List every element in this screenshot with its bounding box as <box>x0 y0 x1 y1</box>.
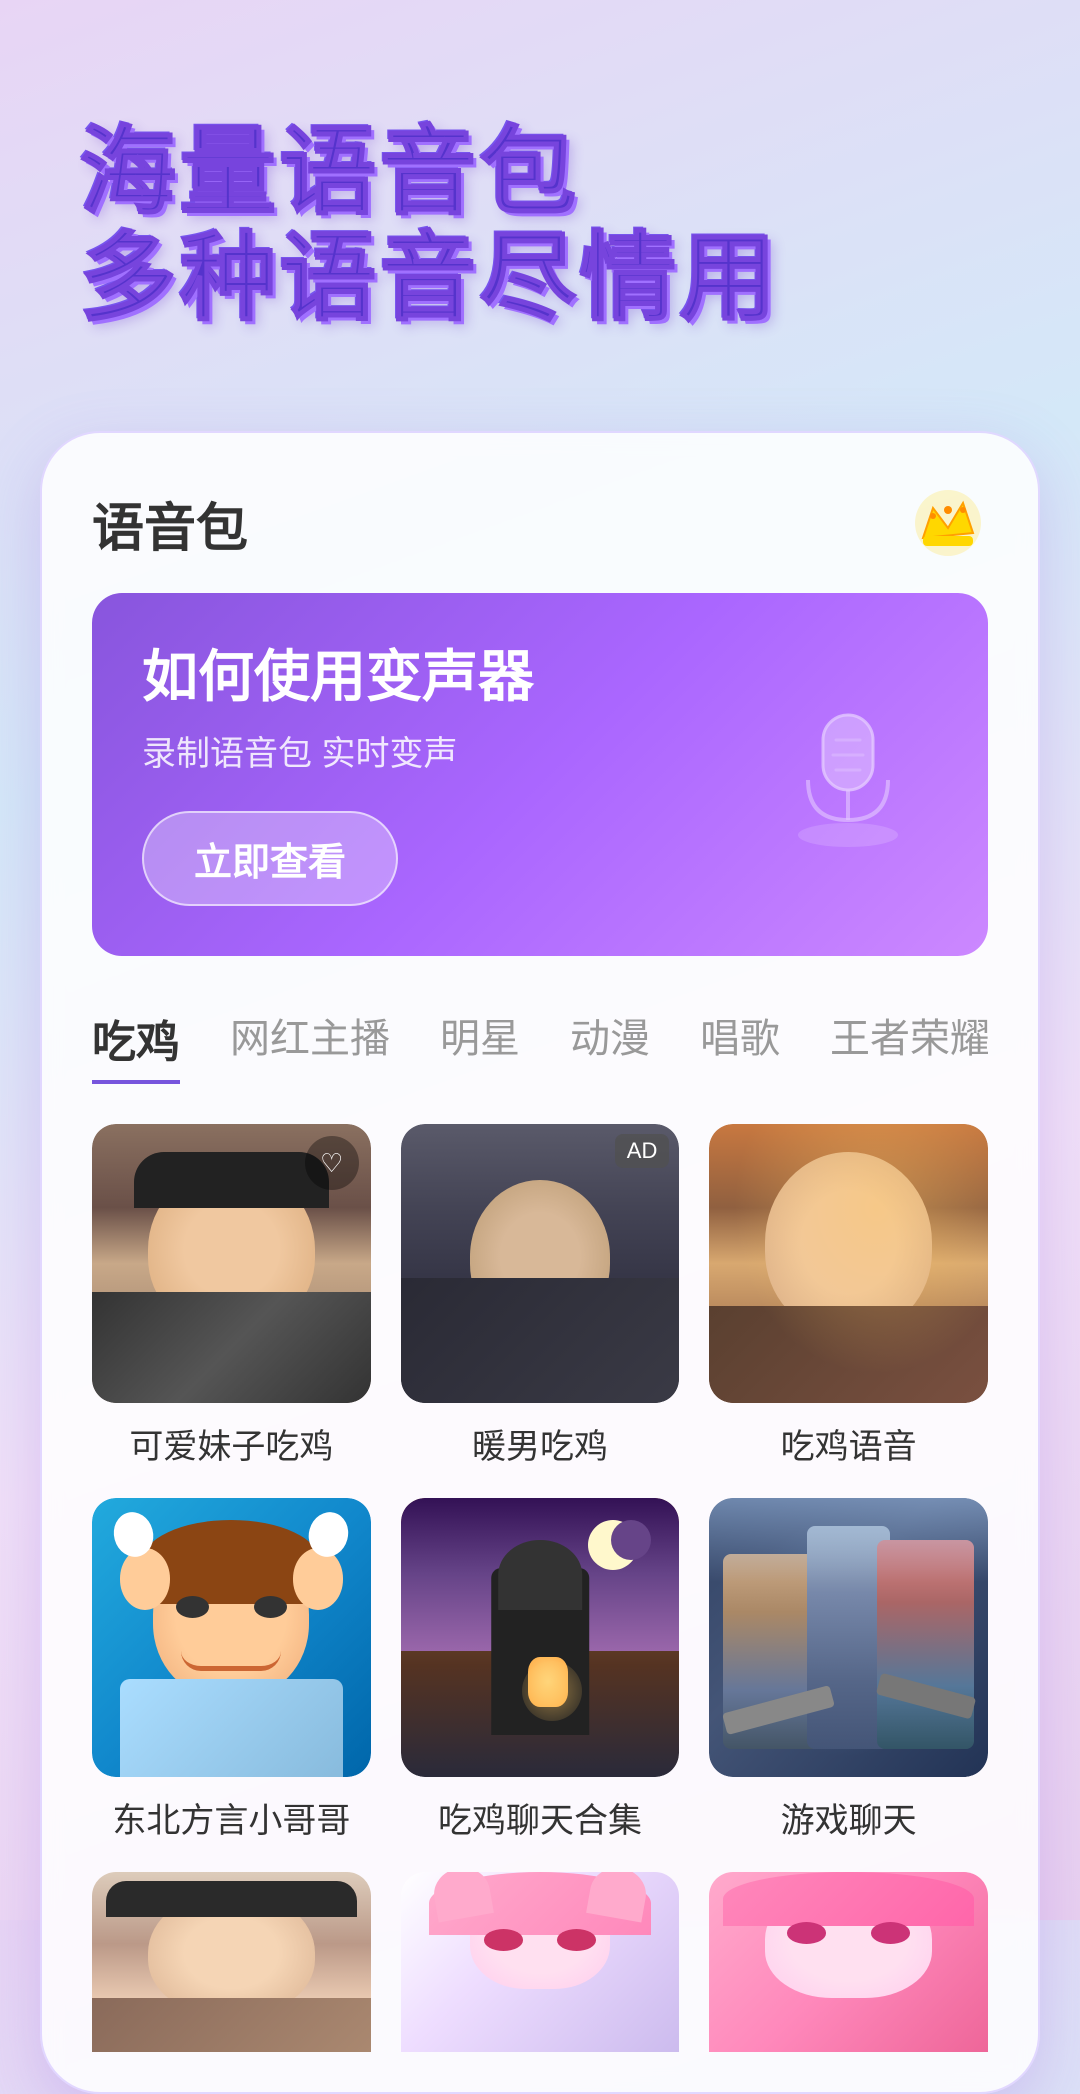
voice-pack-grid-row3-partial <box>92 1872 988 2052</box>
banner-title: 如何使用变声器 <box>142 643 758 710</box>
card-title: 语音包 <box>92 486 248 561</box>
grid-label-chicken-voice: 吃鸡语音 <box>781 1419 917 1468</box>
hero-title-line2: 多种语音尽情用 <box>80 226 1000 332</box>
grid-item-chicken-chat[interactable]: 吃鸡聊天合集 <box>401 1498 680 1842</box>
grid-label-game-chat: 游戏聊天 <box>781 1793 917 1842</box>
tab-celebrity[interactable]: 明星 <box>440 1006 520 1084</box>
banner-content: 如何使用变声器 录制语音包 实时变声 立即查看 <box>142 643 758 906</box>
grid-label-chicken-chat: 吃鸡聊天合集 <box>438 1793 642 1842</box>
hero-title-line1: 海量语音包 <box>80 120 1000 226</box>
tab-anime[interactable]: 动漫 <box>570 1006 650 1084</box>
banner-cta-button[interactable]: 立即查看 <box>142 811 398 906</box>
voice-pack-grid: ♡ 可爱妹子吃鸡 AD 暖男吃鸡 <box>92 1124 988 1468</box>
tab-singing[interactable]: 唱歌 <box>700 1006 780 1084</box>
tab-influencer[interactable]: 网红主播 <box>230 1006 390 1084</box>
grid-item-warm-boy[interactable]: AD 暖男吃鸡 <box>401 1124 680 1468</box>
grid-item-cute-girl[interactable]: ♡ 可爱妹子吃鸡 <box>92 1124 371 1468</box>
banner-section: 如何使用变声器 录制语音包 实时变声 立即查看 <box>92 593 988 956</box>
banner-subtitle: 录制语音包 实时变声 <box>142 726 758 775</box>
tab-eat-chicken[interactable]: 吃鸡 <box>92 1006 180 1084</box>
grid-item-partial-3[interactable] <box>709 1872 988 2052</box>
tab-wzry[interactable]: 王者荣耀 <box>830 1006 988 1084</box>
grid-item-partial-1[interactable] <box>92 1872 371 2052</box>
grid-label-cute-girl: 可爱妹子吃鸡 <box>129 1419 333 1468</box>
grid-item-game-chat[interactable]: 游戏聊天 <box>709 1498 988 1842</box>
voice-pack-grid-row2: 东北方言小哥哥 吃鸡聊天合集 <box>92 1498 988 1842</box>
grid-item-chicken-voice[interactable]: 吃鸡语音 <box>709 1124 988 1468</box>
category-tabs: 吃鸡 网红主播 明星 动漫 唱歌 王者荣耀 <box>92 1006 988 1084</box>
grid-label-northeast-boy: 东北方言小哥哥 <box>112 1793 350 1842</box>
crown-icon[interactable] <box>908 483 988 563</box>
card-header: 语音包 <box>92 483 988 563</box>
grid-item-northeast-boy[interactable]: 东北方言小哥哥 <box>92 1498 371 1842</box>
grid-item-partial-2[interactable] <box>401 1872 680 2052</box>
grid-label-warm-boy: 暖男吃鸡 <box>472 1419 608 1468</box>
banner-mic-illustration <box>758 685 938 865</box>
